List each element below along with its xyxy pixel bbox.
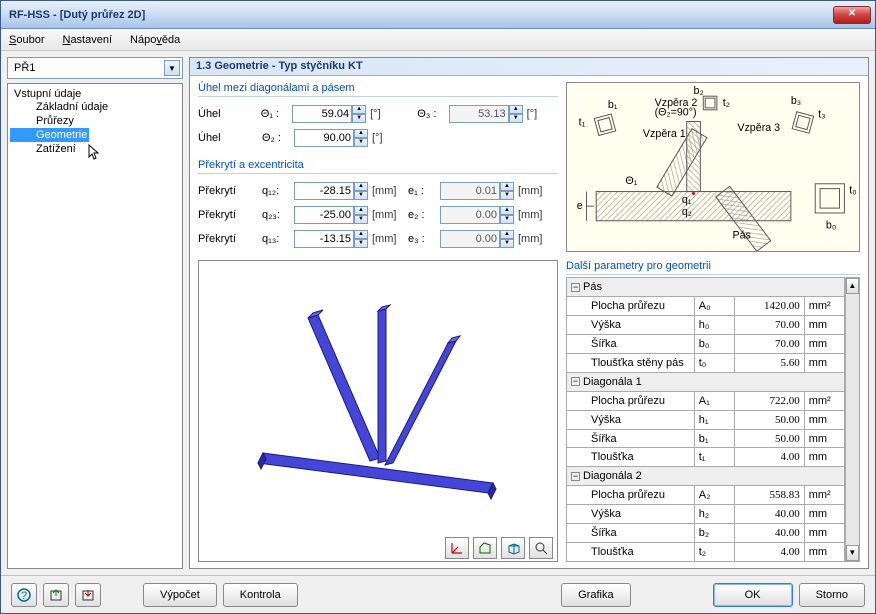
render-tool-axes[interactable] xyxy=(445,537,469,559)
angles-title: Úhel mezi diagonálami a pásem xyxy=(198,82,558,97)
schematic-diagram: Vzpěra 2 (Θ₂=90°) Vzpěra 1 Vzpěra 3 Pás … xyxy=(566,82,860,252)
overlap-title: Překrytí a excentricita xyxy=(198,159,558,174)
render-3d xyxy=(198,260,558,562)
svg-text:b₃: b₃ xyxy=(791,95,801,107)
svg-text:Vzpěra 1: Vzpěra 1 xyxy=(643,128,686,140)
svg-text:q₂: q₂ xyxy=(682,206,692,218)
svg-text:t₁: t₁ xyxy=(579,116,586,128)
tree-item[interactable]: Zatížení xyxy=(10,142,180,156)
case-combo[interactable]: PŘ1 ▼ xyxy=(7,57,183,79)
svg-text:b₁: b₁ xyxy=(608,99,618,111)
theta2-input[interactable]: ▲▼ xyxy=(294,129,368,147)
tree-root[interactable]: Vstupní údaje xyxy=(10,88,180,100)
check-button[interactable]: Kontrola xyxy=(223,583,298,607)
menubar: Soubor Nastavení Nápověda xyxy=(1,29,875,51)
table-row: Výškah₂40.00mm xyxy=(567,505,845,524)
svg-text:e: e xyxy=(577,200,583,212)
render-tool-zoom[interactable] xyxy=(529,537,553,559)
menu-settings[interactable]: Nastavení xyxy=(58,32,116,48)
menu-help[interactable]: Nápověda xyxy=(126,32,184,48)
e2-input[interactable]: ▲▼ xyxy=(440,206,514,224)
scroll-down-icon[interactable]: ▼ xyxy=(846,545,859,561)
table-row: Tloušťka stěny pást₀5.60mm xyxy=(567,354,845,373)
graphics-button[interactable]: Grafika xyxy=(561,583,630,607)
svg-text:t₀: t₀ xyxy=(849,185,856,197)
table-group-header[interactable]: −Diagonála 1 xyxy=(567,372,845,391)
e1-input[interactable]: ▲▼ xyxy=(440,182,514,200)
svg-text:b₀: b₀ xyxy=(826,220,836,232)
table-row: Plocha průřezuA₁722.00mm² xyxy=(567,391,845,410)
q13-input[interactable]: ▲▼ xyxy=(294,230,368,248)
svg-text:b₂: b₂ xyxy=(694,85,704,97)
svg-text:q₁: q₁ xyxy=(682,194,692,206)
table-row: Tloušťkat₁4.00mm xyxy=(567,448,845,467)
help-button[interactable]: ? xyxy=(11,583,37,607)
tree-item[interactable]: Základní údaje xyxy=(10,100,180,114)
theta1-input[interactable]: ▲▼ xyxy=(292,105,366,123)
table-row: Výškah₀70.00mm xyxy=(567,316,845,335)
menu-file[interactable]: Soubor xyxy=(5,32,48,48)
table-group-header[interactable]: −Pás xyxy=(567,278,845,297)
panel-title: 1.3 Geometrie - Typ styčníku KT xyxy=(190,58,868,76)
table-row: Šířkab₁50.00mm xyxy=(567,429,845,448)
table-row: Tloušťkat₂4.00mm xyxy=(567,542,845,561)
chevron-down-icon[interactable]: ▼ xyxy=(164,60,180,76)
table-row: Výškah₁50.00mm xyxy=(567,410,845,429)
tree-item[interactable]: Průřezy xyxy=(10,114,180,128)
window-title: RF-HSS - [Dutý průřez 2D] xyxy=(5,9,833,21)
import-button[interactable] xyxy=(75,583,101,607)
cancel-button[interactable]: Storno xyxy=(799,583,865,607)
table-row: Plocha průřezuA₀1420.00mm² xyxy=(567,297,845,316)
case-combo-value: PŘ1 xyxy=(14,62,164,74)
e3-input[interactable]: ▲▼ xyxy=(440,230,514,248)
svg-text:t₂: t₂ xyxy=(723,97,730,109)
theta3-input[interactable]: ▲▼ xyxy=(449,105,523,123)
svg-text:(Θ₂=90°): (Θ₂=90°) xyxy=(655,107,697,119)
nav-tree[interactable]: Vstupní údaje Základní údajePrůřezyGeome… xyxy=(7,83,183,569)
render-tool-view[interactable] xyxy=(473,537,497,559)
tree-item[interactable]: Geometrie xyxy=(10,128,89,142)
app-window: RF-HSS - [Dutý průřez 2D] ✕ Soubor Nasta… xyxy=(0,0,876,614)
render-tool-cube[interactable] xyxy=(501,537,525,559)
scrollbar[interactable]: ▲ ▼ xyxy=(845,277,860,562)
titlebar: RF-HSS - [Dutý průřez 2D] ✕ xyxy=(1,1,875,29)
params-table: −PásPlocha průřezuA₀1420.00mm²Výškah₀70.… xyxy=(566,277,845,562)
calc-button[interactable]: Výpočet xyxy=(143,583,217,607)
table-row: Plocha průřezuA₂558.83mm² xyxy=(567,486,845,505)
svg-text:Vzpěra 3: Vzpěra 3 xyxy=(737,122,780,134)
svg-text:Pás: Pás xyxy=(732,229,750,241)
table-group-header[interactable]: −Diagonála 2 xyxy=(567,467,845,486)
ok-button[interactable]: OK xyxy=(713,583,793,607)
table-row: Šířkab₂40.00mm xyxy=(567,524,845,543)
svg-text:Θ₁: Θ₁ xyxy=(625,175,637,187)
export-button[interactable] xyxy=(43,583,69,607)
scroll-up-icon[interactable]: ▲ xyxy=(846,278,859,294)
params-title: Další parametry pro geometrii xyxy=(566,260,860,275)
q23-input[interactable]: ▲▼ xyxy=(294,206,368,224)
q12-input[interactable]: ▲▼ xyxy=(294,182,368,200)
table-row: Šířkab₀70.00mm xyxy=(567,335,845,354)
close-button[interactable]: ✕ xyxy=(833,6,871,24)
svg-text:t₃: t₃ xyxy=(818,109,825,121)
svg-text:?: ? xyxy=(21,590,27,602)
